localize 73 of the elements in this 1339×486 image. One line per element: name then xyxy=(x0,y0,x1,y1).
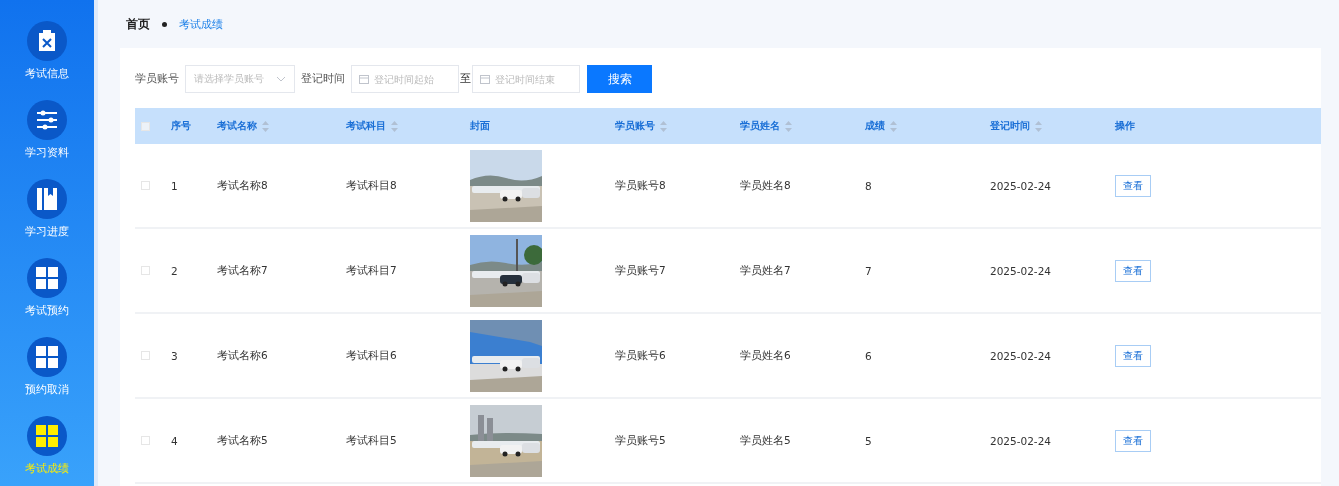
table-cell: 考试名称6 xyxy=(217,348,268,363)
sort-icon[interactable] xyxy=(660,120,667,132)
table-cell: 学员账号6 xyxy=(615,348,666,363)
row-checkbox[interactable] xyxy=(141,351,150,360)
table-cell: 1 xyxy=(171,179,178,192)
table-cell: 考试科目7 xyxy=(346,263,397,278)
table-cell: 2025-02-24 xyxy=(990,434,1052,447)
sort-icon[interactable] xyxy=(1035,120,1042,132)
table-cell: 学员姓名6 xyxy=(740,348,791,363)
breadcrumb-home[interactable]: 首页 xyxy=(126,15,150,33)
sidebar-item[interactable]: 考试预约 xyxy=(7,258,87,317)
view-button[interactable]: 查看 xyxy=(1115,344,1151,367)
table-cell: 考试科目8 xyxy=(346,178,397,193)
table-cell: 考试名称7 xyxy=(217,263,268,278)
table-cell: 5 xyxy=(865,434,872,447)
table-cell: 学员姓名8 xyxy=(740,178,791,193)
breadcrumb-separator xyxy=(162,21,167,27)
column-header: 操作 xyxy=(1115,119,1135,133)
table-cell: 学员账号7 xyxy=(615,263,666,278)
table-cell: 学员账号5 xyxy=(615,433,666,448)
table-cell: 学员姓名5 xyxy=(740,433,791,448)
row-checkbox[interactable] xyxy=(141,181,150,190)
grid-icon xyxy=(36,425,58,447)
column-header: 封面 xyxy=(470,119,490,133)
table-cell: 2025-02-24 xyxy=(990,349,1052,362)
table-cell: 8 xyxy=(865,179,872,192)
table-cell: 2 xyxy=(171,264,178,277)
table-cell: 3 xyxy=(171,349,178,362)
book-icon xyxy=(37,188,57,210)
column-header[interactable]: 登记时间 xyxy=(990,119,1030,133)
sidebar-item[interactable]: 考试成绩 xyxy=(7,416,87,475)
sidebar-item[interactable]: 预约取消 xyxy=(7,337,87,396)
search-button[interactable]: 搜索 xyxy=(587,65,652,93)
sidebar-item[interactable]: 学习进度 xyxy=(7,179,87,238)
column-header[interactable]: 成绩 xyxy=(865,119,885,133)
table-cell: 考试科目5 xyxy=(346,433,397,448)
sliders-icon xyxy=(36,110,58,130)
select-all-checkbox[interactable] xyxy=(141,121,150,131)
table-cell: 考试名称8 xyxy=(217,178,268,193)
account-select[interactable]: 请选择学员账号 xyxy=(185,65,295,93)
table-cell: 学员姓名7 xyxy=(740,263,791,278)
table-cell: 6 xyxy=(865,349,872,362)
column-header[interactable]: 考试名称 xyxy=(217,119,257,133)
table-cell: 考试名称5 xyxy=(217,433,268,448)
breadcrumb-current[interactable]: 考试成绩 xyxy=(179,16,223,32)
grid-icon xyxy=(36,346,58,368)
clipboard-icon xyxy=(37,30,57,52)
table-cell: 学员账号8 xyxy=(615,178,666,193)
table-cell: 考试科目6 xyxy=(346,348,397,363)
column-header: 序号 xyxy=(171,119,191,133)
range-separator: 至 xyxy=(460,72,471,86)
sidebar-item[interactable]: 学习资料 xyxy=(7,100,87,159)
grid-icon xyxy=(36,267,58,289)
table-cell: 4 xyxy=(171,434,178,447)
column-header[interactable]: 学员姓名 xyxy=(740,119,780,133)
table-cell: 2025-02-24 xyxy=(990,264,1052,277)
table-cell: 2025-02-24 xyxy=(990,179,1052,192)
table-cell: 7 xyxy=(865,264,872,277)
sort-icon[interactable] xyxy=(391,120,398,132)
filter-label: 登记时间 xyxy=(301,72,345,86)
filter-label: 学员账号 xyxy=(135,72,179,86)
column-header[interactable]: 考试科目 xyxy=(346,119,386,133)
view-button[interactable]: 查看 xyxy=(1115,174,1151,197)
column-header[interactable]: 学员账号 xyxy=(615,119,655,133)
view-button[interactable]: 查看 xyxy=(1115,429,1151,452)
chevron-down-icon xyxy=(276,76,286,82)
sort-icon[interactable] xyxy=(262,120,269,132)
row-checkbox[interactable] xyxy=(141,436,150,445)
sort-icon[interactable] xyxy=(785,120,792,132)
view-button[interactable]: 查看 xyxy=(1115,259,1151,282)
row-checkbox[interactable] xyxy=(141,266,150,275)
sidebar-item[interactable]: 考试信息 xyxy=(7,21,87,80)
sort-icon[interactable] xyxy=(890,120,897,132)
